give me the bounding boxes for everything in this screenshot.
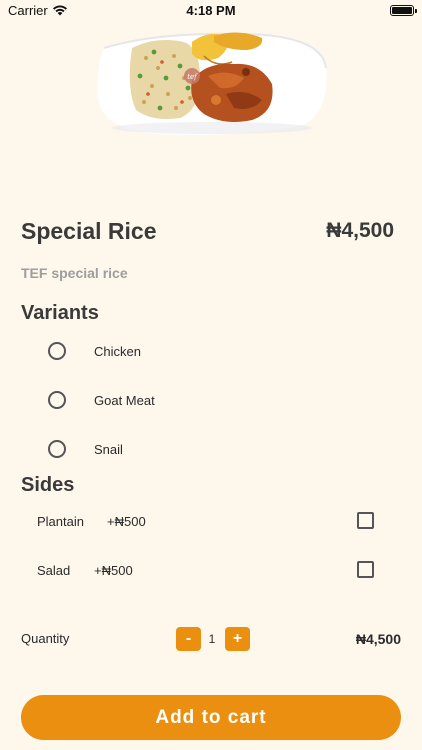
add-to-cart-button[interactable]: Add to cart [21,695,401,740]
variants-heading: Variants [21,302,99,324]
quantity-total-price: ₦4,500 [355,631,401,647]
side-name: Salad [37,563,71,578]
variant-option-goat-meat[interactable]: Goat Meat [48,388,298,412]
sides-heading: Sides [21,474,75,496]
side-price: +₦500 [94,563,133,578]
variant-label: Goat Meat [94,392,155,408]
variant-option-snail[interactable]: Snail [48,437,298,461]
product-subtitle: TEF special rice [21,265,128,281]
dish-image: tef [96,28,328,138]
battery-icon [390,5,417,16]
svg-text:tef: tef [187,73,198,81]
side-name: Plantain [37,514,84,529]
status-bar: Carrier 4:18 PM [0,0,422,22]
product-title: Special Rice [21,218,157,244]
quantity-decrease-button[interactable]: - [176,627,201,651]
variant-label: Snail [94,441,123,457]
clock: 4:18 PM [186,3,236,18]
variant-label: Chicken [94,343,141,359]
side-item-plantain: Plantain +₦500 [37,510,377,534]
radio-button-icon[interactable] [48,391,66,409]
quantity-increase-button[interactable]: + [225,627,250,651]
variant-option-chicken[interactable]: Chicken [48,339,298,363]
side-item-salad: Salad +₦500 [37,559,377,583]
product-price: ₦4,500 [326,219,394,242]
side-checkbox-salad[interactable] [357,561,374,578]
radio-button-icon[interactable] [48,440,66,458]
side-checkbox-plantain[interactable] [357,512,374,529]
side-price: +₦500 [107,514,146,529]
quantity-label: Quantity [21,631,70,646]
quantity-value: 1 [208,632,216,646]
radio-button-icon[interactable] [48,342,66,360]
